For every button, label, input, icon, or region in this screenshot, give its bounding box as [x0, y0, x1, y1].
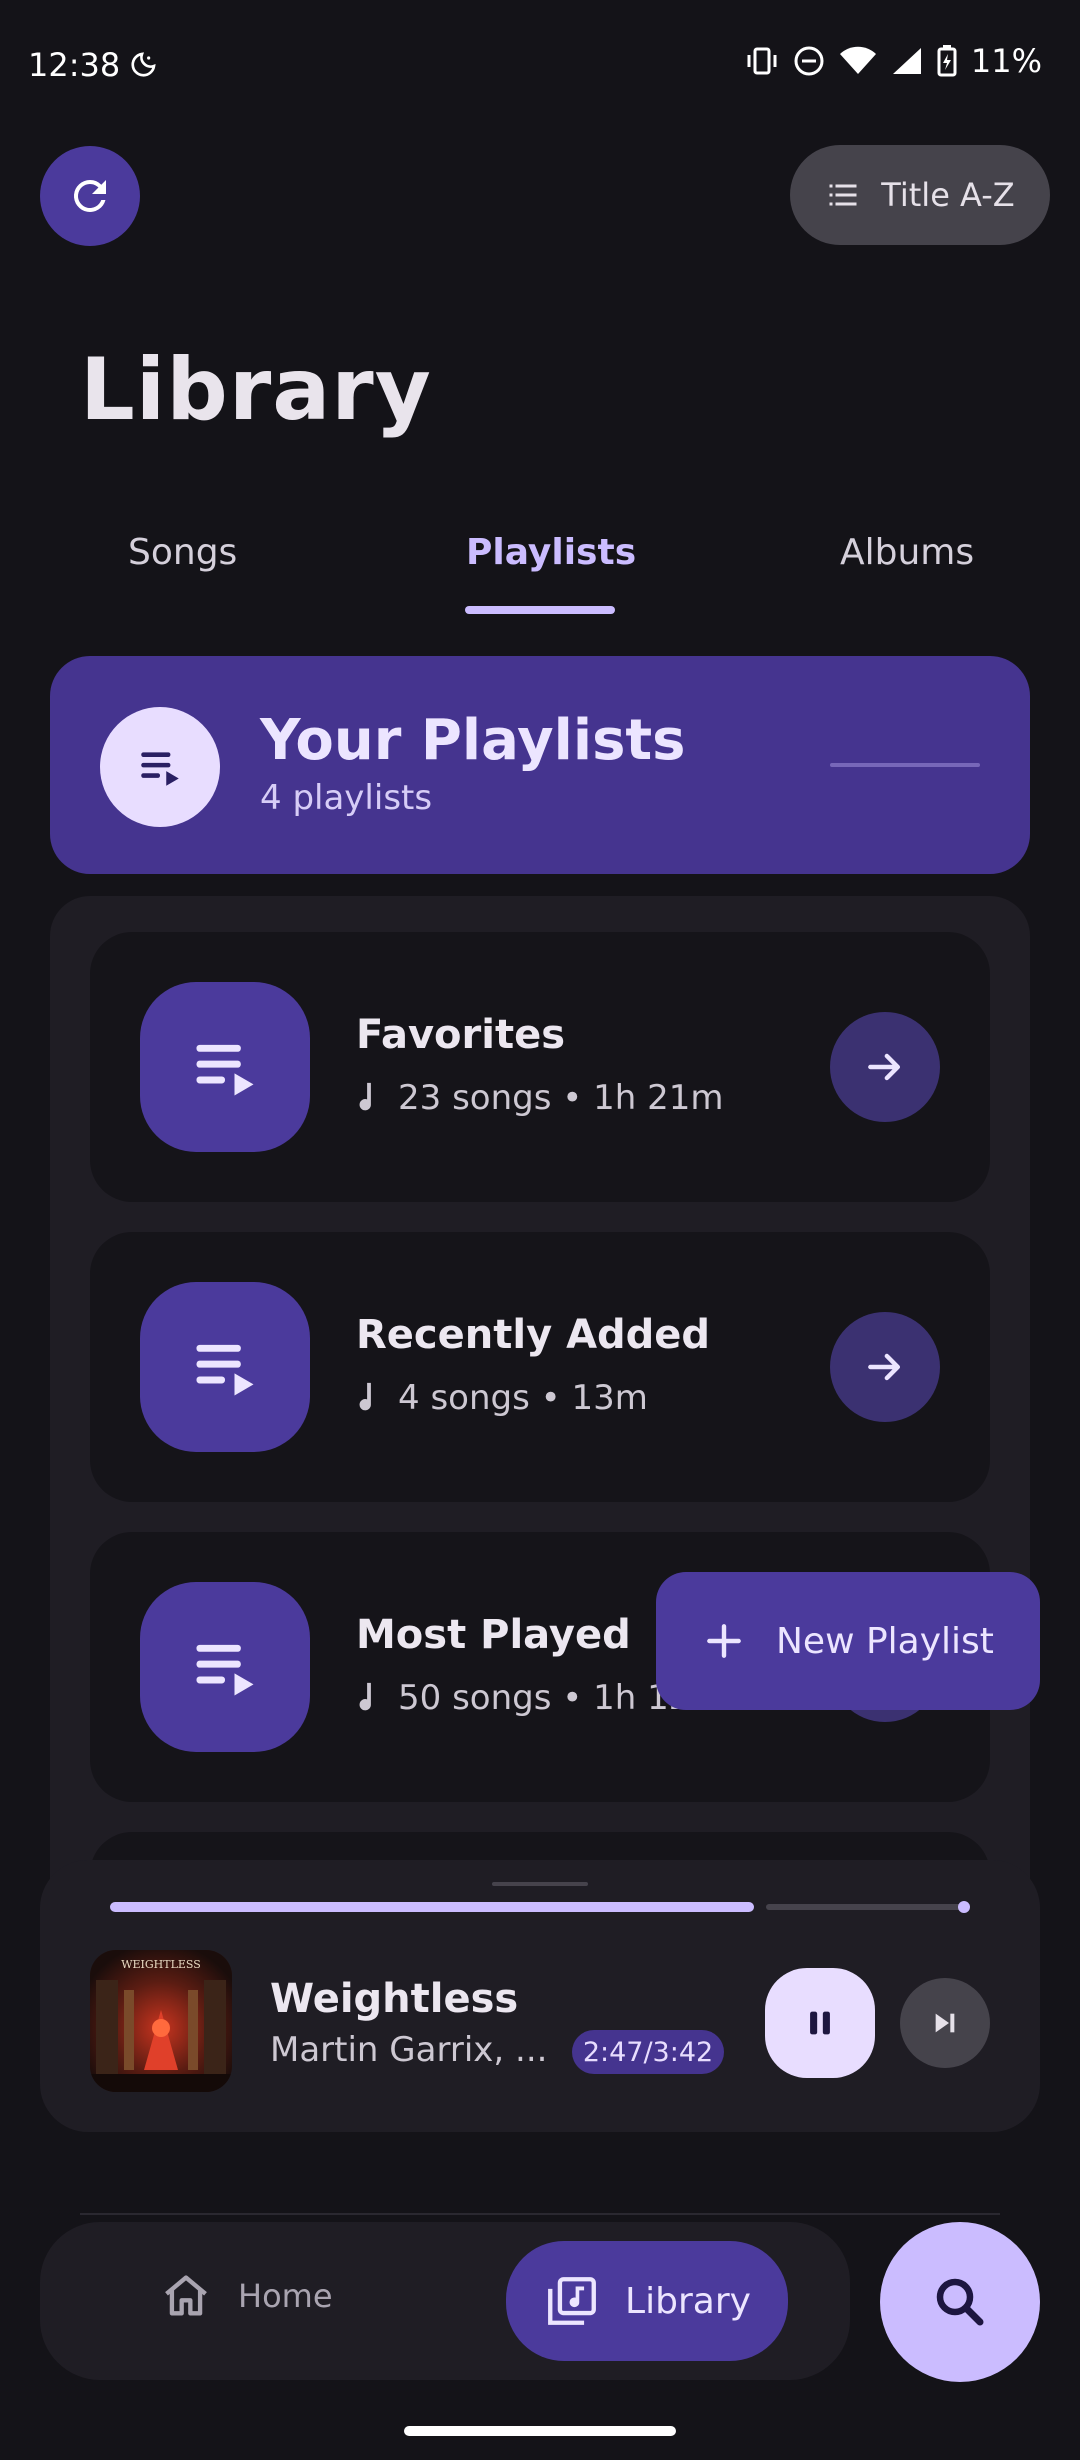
- status-time: 12:38: [28, 46, 121, 84]
- playlist-icon: [140, 1582, 310, 1752]
- battery-icon: [937, 45, 957, 77]
- open-playlist-button[interactable]: [830, 1012, 940, 1122]
- playlist-header-icon: [100, 707, 220, 827]
- playlist-name: Most Played: [356, 1612, 631, 1658]
- plus-icon: [707, 1624, 741, 1658]
- playlist-meta: 23 songs • 1h 21m: [356, 1078, 723, 1118]
- nav-divider: [80, 2213, 1000, 2215]
- playback-progress-track[interactable]: [766, 1904, 968, 1910]
- arrow-right-icon: [868, 1353, 901, 1381]
- new-playlist-button[interactable]: New Playlist: [656, 1572, 1040, 1710]
- tab-indicator: [465, 606, 615, 614]
- home-icon: [165, 2275, 207, 2316]
- new-playlist-label: New Playlist: [776, 1620, 994, 1662]
- nav-library[interactable]: Library: [506, 2241, 788, 2361]
- skip-next-icon: [935, 2013, 955, 2033]
- refresh-button[interactable]: [40, 146, 140, 246]
- search-icon: [936, 2278, 984, 2326]
- skip-next-button[interactable]: [900, 1978, 990, 2068]
- playlist-meta-text: 23 songs • 1h 21m: [398, 1078, 724, 1118]
- battery-percent: 11%: [970, 42, 1042, 80]
- tab-songs[interactable]: Songs: [128, 532, 237, 573]
- playback-time-badge: 2:47/3:42: [572, 2030, 724, 2074]
- playlist-icon: [140, 982, 310, 1152]
- arrow-right-icon: [868, 1053, 901, 1081]
- playlist-icon: [140, 1282, 310, 1452]
- track-artist: Martin Garrix, ...: [270, 2030, 548, 2070]
- track-title: Weightless: [270, 1976, 519, 2022]
- playlist-card-recently-added[interactable]: Recently Added 4 songs • 13m: [90, 1232, 990, 1502]
- search-button[interactable]: [880, 2222, 1040, 2382]
- player-drag-handle[interactable]: [492, 1882, 588, 1886]
- wifi-icon: [839, 46, 877, 76]
- music-note-icon: [359, 1382, 371, 1411]
- refresh-icon: [73, 179, 106, 212]
- album-art-text: WEIGHTLESS: [121, 1958, 201, 1971]
- nav-home[interactable]: Home: [160, 2270, 333, 2322]
- playlist-card-favorites[interactable]: Favorites 23 songs • 1h 21m: [90, 932, 990, 1202]
- status-icons: 11%: [745, 42, 1042, 80]
- page-title: Library: [80, 340, 432, 440]
- pause-button[interactable]: [765, 1968, 875, 2078]
- sort-list-icon: [829, 184, 857, 206]
- library-music-icon: [548, 2277, 596, 2325]
- bedtime-mode-icon: [126, 50, 158, 82]
- pause-icon: [810, 2011, 830, 2035]
- music-note-icon: [359, 1082, 371, 1111]
- header-title: Your Playlists: [260, 708, 686, 773]
- sort-button[interactable]: Title A-Z: [790, 145, 1050, 245]
- playlist-meta: 4 songs • 13m: [356, 1378, 648, 1418]
- tab-albums[interactable]: Albums: [840, 532, 974, 573]
- do-not-disturb-icon: [793, 45, 825, 77]
- header-divider: [830, 763, 980, 767]
- music-note-icon: [359, 1682, 371, 1711]
- playlist-name: Recently Added: [356, 1312, 711, 1358]
- cell-signal-icon: [891, 46, 923, 76]
- album-art: WEIGHTLESS: [90, 1950, 232, 2092]
- tab-playlists[interactable]: Playlists: [466, 532, 636, 573]
- playback-progress-end-dot: [958, 1901, 970, 1913]
- playlist-name: Favorites: [356, 1012, 566, 1058]
- playlist-meta-text: 4 songs • 13m: [398, 1378, 648, 1418]
- sort-label: Title A-Z: [881, 176, 1015, 214]
- playlist-list: Favorites 23 songs • 1h 21m Recently Add…: [50, 896, 1030, 1896]
- gesture-home-indicator[interactable]: [404, 2426, 676, 2436]
- nav-library-label: Library: [625, 2280, 751, 2322]
- vibrate-icon: [745, 46, 779, 76]
- nav-home-label: Home: [238, 2277, 333, 2315]
- open-playlist-button[interactable]: [830, 1312, 940, 1422]
- header-subtitle: 4 playlists: [260, 778, 433, 818]
- playback-progress-fill[interactable]: [110, 1902, 754, 1912]
